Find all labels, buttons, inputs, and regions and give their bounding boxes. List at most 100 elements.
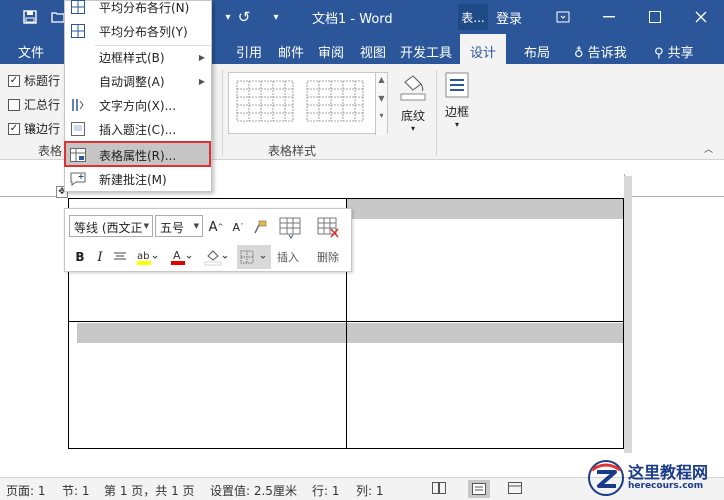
table-edge-bar: [624, 176, 632, 453]
font-name-dropdown[interactable]: 等线 (西文正 ▼: [69, 215, 153, 237]
format-painter-icon[interactable]: [251, 217, 269, 237]
text-direction-icon: [69, 96, 87, 114]
table-style-thumbnail[interactable]: [305, 79, 365, 123]
menu-item-autofit[interactable]: 自动调整(A) ▶: [65, 69, 211, 93]
banded-rows-label: 镶边行: [24, 122, 61, 136]
shaded-cell-band: [346, 199, 623, 219]
table-style-thumbnail[interactable]: [235, 79, 295, 123]
document-title: 文档1 - Word: [312, 12, 393, 27]
shading-color-icon[interactable]: [203, 247, 229, 267]
status-line[interactable]: 行: 1: [312, 482, 340, 499]
chevron-down-icon: ▼: [143, 222, 149, 230]
menu-item-label: 平均分布各列(Y): [99, 24, 188, 39]
header-row-label: 标题行: [24, 74, 61, 88]
font-name-value: 等线 (西文正: [74, 221, 143, 235]
watermark-logo-icon: [586, 458, 626, 500]
menu-item-distribute-columns[interactable]: 平均分布各列(Y): [65, 19, 211, 43]
menu-item-border-styles[interactable]: 边框样式(B) ▶: [65, 45, 211, 69]
gallery-scrollbar[interactable]: ▲ ▼ ▾: [375, 73, 387, 135]
borders-label: 边框: [444, 105, 469, 119]
collapse-ribbon-icon[interactable]: ︿: [704, 142, 713, 155]
menu-item-label: 文字方向(X)...: [99, 98, 177, 113]
context-tab-table-tools[interactable]: 表...: [458, 4, 488, 30]
font-size-dropdown[interactable]: 五号 ▼: [155, 215, 203, 237]
align-center-icon[interactable]: [111, 247, 129, 267]
menu-item-insert-caption[interactable]: 插入题注(C)...: [65, 117, 211, 141]
italic-icon[interactable]: I: [91, 247, 109, 267]
checkbox-unchecked-icon: [8, 98, 20, 111]
status-column[interactable]: 列: 1: [356, 482, 384, 499]
mini-toolbar: 等线 (西文正 ▼ 五号 ▼ A ^ Aˇ B I ab A 插入 删除: [64, 208, 352, 272]
save-icon[interactable]: [20, 7, 40, 27]
menu-item-label: 插入题注(C)...: [99, 122, 177, 137]
person-icon: ⚲: [654, 46, 664, 61]
total-row-checkbox[interactable]: 汇总行: [8, 96, 60, 113]
submenu-arrow-icon: ▶: [198, 76, 205, 86]
borders-dropdown-icon[interactable]: [237, 245, 271, 269]
read-mode-icon[interactable]: [432, 482, 446, 497]
tell-me-box[interactable]: ♁ 告诉我: [574, 42, 627, 61]
borders-button[interactable]: 边框 ▾: [440, 72, 474, 140]
bold-icon[interactable]: B: [71, 247, 89, 267]
customize-qat-icon[interactable]: ▾: [266, 7, 286, 27]
tab-layout[interactable]: 布局: [524, 42, 550, 61]
shrink-font-icon[interactable]: Aˇ: [229, 217, 247, 237]
minimize-icon[interactable]: [596, 6, 622, 28]
highlight-color-icon[interactable]: ab: [135, 247, 159, 267]
status-page-count[interactable]: 第 1 页，共 1 页: [104, 482, 195, 499]
header-row-checkbox[interactable]: ✓ 标题行: [8, 72, 60, 89]
ribbon-display-options-icon[interactable]: [550, 6, 576, 28]
submenu-arrow-icon: ▶: [198, 52, 205, 62]
chevron-down-icon: ▾: [454, 120, 459, 129]
insert-label: 插入: [277, 251, 299, 264]
font-color-icon[interactable]: A: [169, 247, 193, 267]
close-icon[interactable]: [688, 6, 714, 28]
site-watermark: 这里教程网 herecours.com: [574, 454, 724, 500]
menu-item-text-direction[interactable]: 文字方向(X)...: [65, 93, 211, 117]
lightbulb-icon: ♁: [574, 46, 584, 61]
shaded-row-band: [77, 323, 623, 343]
share-button[interactable]: ⚲ 共享: [654, 42, 694, 61]
distribute-rows-icon: [69, 0, 87, 16]
menu-item-distribute-rows[interactable]: 平均分布各行(N): [65, 0, 211, 19]
grow-font-icon[interactable]: A ^: [207, 217, 225, 237]
checkbox-checked-icon: ✓: [8, 122, 20, 135]
menu-item-new-comment[interactable]: 新建批注(M): [65, 167, 211, 191]
tab-view[interactable]: 视图: [360, 42, 386, 61]
tab-references[interactable]: 引用: [236, 42, 262, 61]
group-separator: [436, 70, 437, 156]
scroll-down-icon[interactable]: ▼: [376, 84, 387, 103]
shading-button[interactable]: 底纹 ▾: [396, 72, 430, 140]
banded-rows-checkbox[interactable]: ✓ 镶边行: [8, 120, 60, 137]
scroll-up-icon[interactable]: ▲: [376, 73, 387, 84]
table-styles-group-label: 表格样式: [268, 144, 317, 158]
status-section[interactable]: 节: 1: [62, 482, 90, 499]
web-layout-icon[interactable]: [508, 482, 522, 497]
tab-mailings[interactable]: 邮件: [278, 42, 304, 61]
insert-caption-icon: [69, 120, 87, 138]
tab-developer[interactable]: 开发工具: [400, 42, 452, 61]
group-separator: [222, 70, 223, 156]
status-page[interactable]: 页面: 1: [6, 482, 46, 499]
table-style-options-group-label: 表格: [38, 144, 63, 158]
shading-label: 底纹: [400, 109, 425, 123]
insert-table-icon[interactable]: [277, 215, 305, 241]
total-row-label: 汇总行: [24, 98, 61, 112]
svg-text:A: A: [173, 249, 181, 262]
tab-file[interactable]: 文件: [18, 42, 44, 61]
margin-guide: [624, 196, 724, 197]
svg-text:ab: ab: [137, 251, 149, 262]
status-position[interactable]: 设置值: 2.5厘米: [210, 482, 297, 499]
table-row-divider: [69, 321, 623, 322]
gallery-more-icon[interactable]: ▾: [376, 103, 387, 120]
tell-me-label: 告诉我: [587, 46, 627, 61]
login-button[interactable]: 登录: [496, 8, 522, 27]
tab-review[interactable]: 审阅: [318, 42, 344, 61]
redo-icon[interactable]: ↺: [234, 7, 254, 27]
tab-design[interactable]: 设计: [460, 34, 507, 64]
delete-table-icon[interactable]: [315, 215, 343, 241]
delete-label: 删除: [317, 251, 339, 264]
print-layout-icon[interactable]: [468, 480, 490, 498]
maximize-icon[interactable]: [642, 6, 668, 28]
table-styles-gallery[interactable]: ▲ ▼ ▾: [228, 72, 388, 135]
